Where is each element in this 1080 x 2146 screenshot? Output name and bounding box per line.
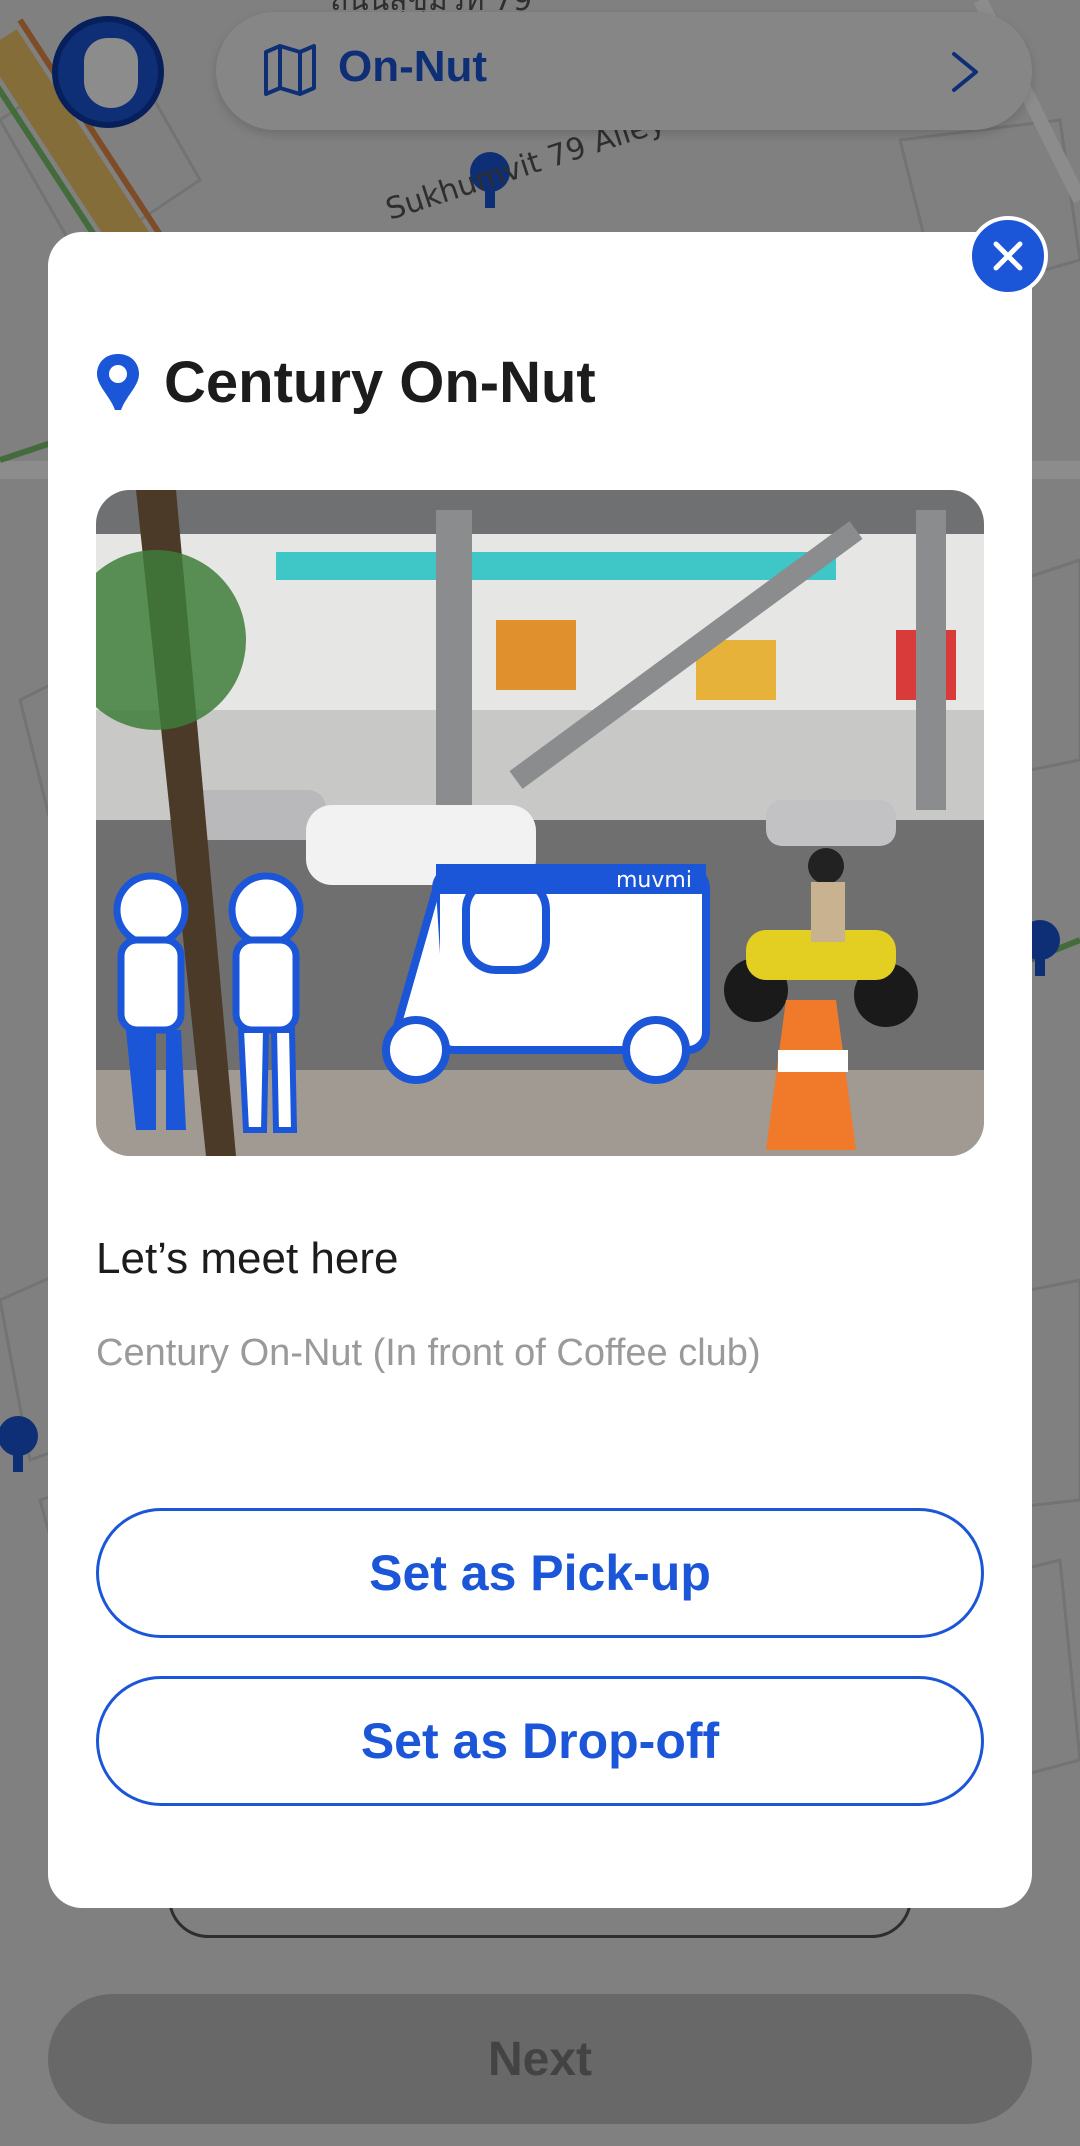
photo-illustration: muvmi (96, 490, 984, 1156)
set-pickup-button[interactable]: Set as Pick-up (96, 1508, 984, 1638)
location-pin-icon (97, 354, 139, 410)
modal-header: Century On-Nut (94, 342, 596, 422)
meeting-point-photo: muvmi (96, 490, 984, 1156)
photo-brand-label: muvmi (616, 868, 692, 893)
set-dropoff-button[interactable]: Set as Drop-off (96, 1676, 984, 1806)
close-button[interactable] (968, 216, 1048, 296)
close-icon (993, 241, 1023, 271)
meet-description: Century On-Nut (In front of Coffee club) (96, 1332, 761, 1374)
meeting-point-modal: Century On-Nut muvmi Let’s meet here Cen… (48, 232, 1032, 1908)
meet-heading: Let’s meet here (96, 1234, 399, 1283)
modal-title: Century On-Nut (164, 349, 596, 415)
